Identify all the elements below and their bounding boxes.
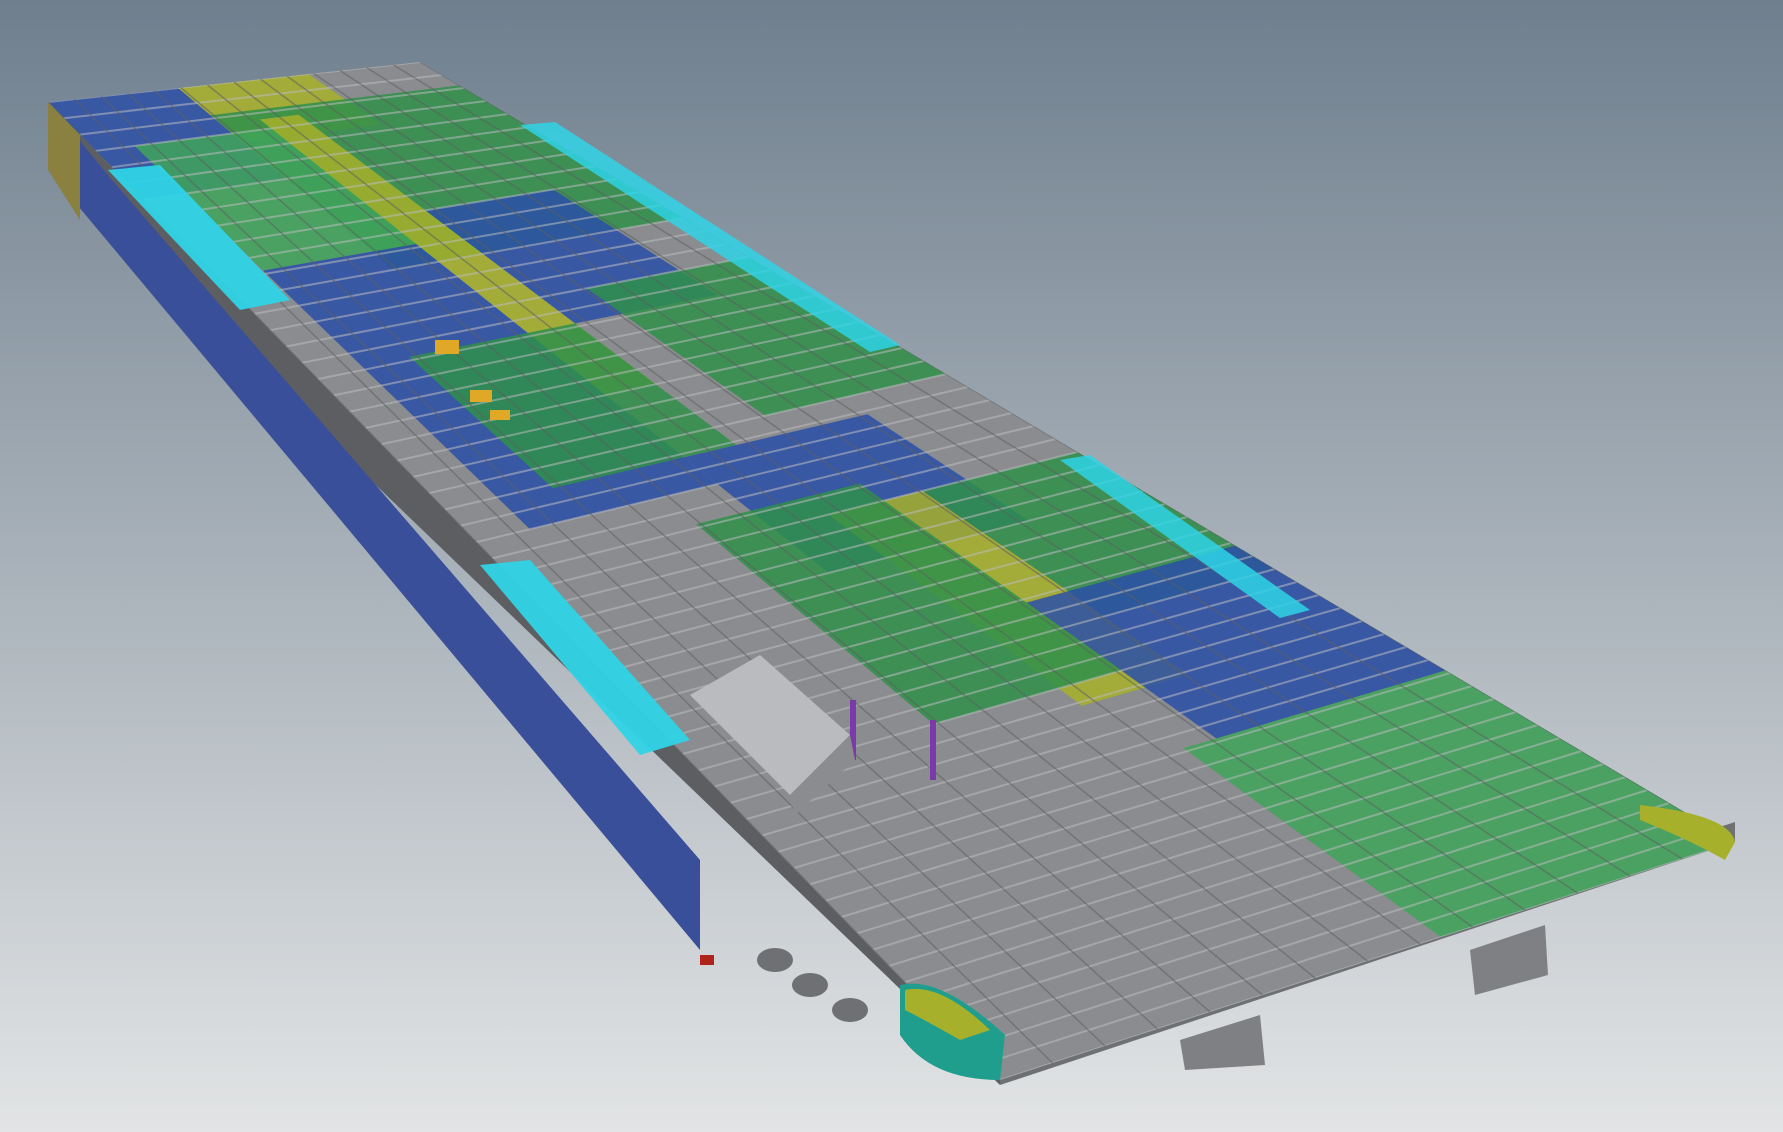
deck-panels (48, 62, 1735, 1080)
cad-viewport[interactable] (0, 0, 1783, 1132)
support-block-left (1180, 1015, 1265, 1070)
ship-hull-3d-model[interactable] (0, 0, 1783, 1132)
support-block-right (1470, 925, 1548, 995)
